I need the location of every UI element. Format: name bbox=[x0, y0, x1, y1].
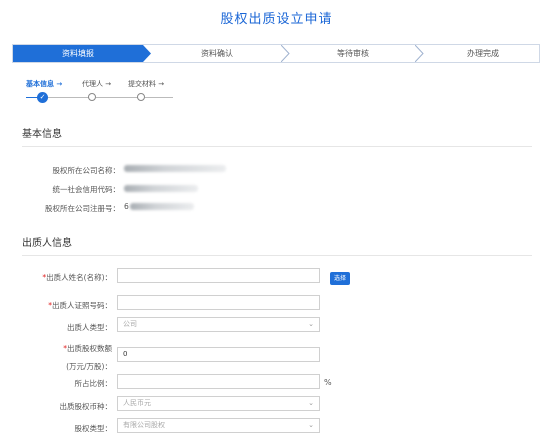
step-4: 办理完成 bbox=[427, 45, 539, 62]
pick-pledgor-button[interactable]: 选择 bbox=[330, 272, 350, 285]
reg-number-value bbox=[130, 203, 194, 210]
ratio-unit: % bbox=[324, 378, 332, 387]
check-node-icon: ✓ bbox=[37, 92, 48, 103]
step-arrow-1 bbox=[143, 45, 151, 62]
required-mark: * bbox=[42, 273, 47, 282]
chevron-down-icon: ⌄ bbox=[308, 399, 314, 407]
chevron-down-icon: ⌄ bbox=[308, 320, 314, 328]
step-4-label: 办理完成 bbox=[467, 49, 499, 58]
pledgor-name-input[interactable] bbox=[117, 268, 320, 283]
sub-line bbox=[48, 97, 90, 98]
currency-label: 出质股权币种： bbox=[59, 402, 113, 411]
step-2: 资料确认 bbox=[155, 45, 279, 62]
step-node-icon bbox=[137, 93, 145, 101]
step-bar: 资料填报 资料确认 等待审核 办理完成 bbox=[12, 44, 540, 63]
pledgor-type-value: 公司 bbox=[123, 320, 137, 328]
step-1-label: 资料填报 bbox=[62, 49, 94, 58]
step-arrow-3 bbox=[415, 45, 424, 62]
sub-step-agent[interactable]: 代理人 → bbox=[82, 79, 111, 89]
sub-line bbox=[145, 97, 173, 98]
currency-select[interactable]: 人民币元 ⌄ bbox=[117, 396, 320, 411]
pledgor-name-label-text: *出质人姓名(名称)： bbox=[42, 273, 112, 282]
pledgor-info-title: 出质人信息 bbox=[22, 238, 72, 249]
pledge-amount-label-2: (万元/万股)： bbox=[66, 362, 112, 371]
page-title: 股权出质设立申请 bbox=[220, 12, 333, 27]
currency-value: 人民币元 bbox=[123, 399, 151, 407]
sub-step-basic[interactable]: 基本信息 → bbox=[26, 79, 62, 89]
step-arrow-2 bbox=[281, 45, 290, 62]
step-1: 资料填报 bbox=[13, 45, 143, 62]
company-name-label: 股权所在公司名称： bbox=[52, 166, 121, 175]
pledge-amount-label-1: *出质股权数额 bbox=[63, 344, 112, 353]
equity-type-select[interactable]: 有限公司股权 ⌄ bbox=[117, 418, 320, 433]
required-mark: * bbox=[48, 301, 52, 310]
reg-number-prefix: 6 bbox=[124, 202, 129, 211]
step-3-label: 等待审核 bbox=[337, 49, 369, 58]
basic-info-title: 基本信息 bbox=[22, 129, 62, 140]
pledge-amount-input[interactable]: 0 bbox=[117, 347, 320, 362]
section-divider bbox=[22, 146, 532, 147]
pledgor-id-label: *出质人证照号码： bbox=[48, 301, 112, 310]
section-divider bbox=[22, 255, 532, 256]
chevron-down-icon: ⌄ bbox=[308, 421, 314, 429]
equity-type-value: 有限公司股权 bbox=[123, 421, 165, 429]
reg-number-label: 股权所在公司注册号： bbox=[45, 204, 120, 213]
pledgor-id-input[interactable] bbox=[117, 295, 320, 310]
sub-step-materials[interactable]: 提交材料 → bbox=[128, 79, 164, 89]
pledgor-type-label: 出质人类型： bbox=[67, 323, 112, 332]
step-node-icon bbox=[88, 93, 96, 101]
ratio-label: 所占比例： bbox=[74, 379, 113, 388]
credit-code-value bbox=[124, 185, 198, 192]
step-3: 等待审核 bbox=[293, 45, 413, 62]
ratio-input[interactable] bbox=[117, 374, 320, 389]
pledgor-name-label: *出质人姓名(名称)： bbox=[12, 272, 112, 283]
required-mark: * bbox=[63, 344, 67, 353]
sub-line bbox=[96, 97, 138, 98]
step-2-label: 资料确认 bbox=[201, 49, 233, 58]
credit-code-label: 统一社会信用代码： bbox=[52, 185, 121, 194]
pledgor-type-select[interactable]: 公司 ⌄ bbox=[117, 317, 320, 332]
company-name-value bbox=[124, 165, 226, 172]
equity-type-label: 股权类型： bbox=[74, 424, 113, 433]
